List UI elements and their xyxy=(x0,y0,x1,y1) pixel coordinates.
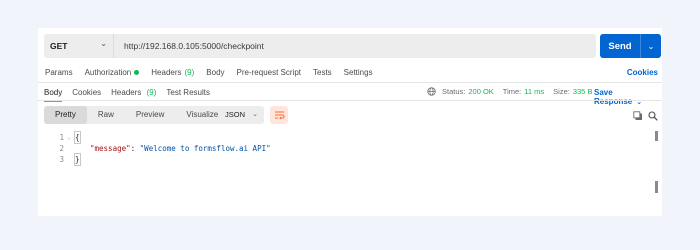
code-content: "message": "Welcome to formsflow.ai API" xyxy=(90,143,271,154)
line-number: 2 xyxy=(59,144,64,153)
chevron-down-icon[interactable]: ⌄ xyxy=(641,42,661,51)
send-label: Send xyxy=(608,40,632,52)
status-dot-icon xyxy=(134,70,140,75)
view-pretty[interactable]: Pretty xyxy=(44,106,87,124)
save-response-button[interactable]: Save Response ⌄ xyxy=(594,88,662,106)
search-icon[interactable] xyxy=(648,111,658,121)
copy-icon[interactable] xyxy=(633,111,643,121)
scrollbar-marker[interactable] xyxy=(655,131,658,141)
response-status: Status: 200 OK Time: 11 ms Size: 335 B xyxy=(427,87,601,96)
method-label: GET xyxy=(50,41,68,51)
line-number: 3 xyxy=(59,155,64,164)
tab-prerequest-script[interactable]: Pre-request Script xyxy=(237,68,301,77)
tab-headers[interactable]: Headers (9) xyxy=(151,68,194,77)
tab-response-headers-label: Headers xyxy=(111,88,142,97)
tab-params[interactable]: Params xyxy=(45,68,73,77)
cookies-link[interactable]: Cookies xyxy=(627,68,658,77)
view-raw[interactable]: Raw xyxy=(87,106,125,124)
tab-response-headers-count: (9) xyxy=(146,88,157,97)
divider xyxy=(38,82,662,83)
tab-tests[interactable]: Tests xyxy=(313,68,332,77)
line-number: 1 xyxy=(59,133,64,142)
wrap-lines-icon xyxy=(274,111,284,120)
fold-chevron-icon[interactable]: ⌄ xyxy=(67,132,71,143)
method-select[interactable]: GET ⌄ xyxy=(44,34,114,58)
scrollbar-marker[interactable] xyxy=(655,181,658,193)
size-value[interactable]: 335 B xyxy=(573,87,593,96)
globe-icon[interactable] xyxy=(427,87,436,96)
time-label: Time: xyxy=(502,87,522,96)
chevron-down-icon: ⌄ xyxy=(100,39,107,48)
status-label: Status: xyxy=(442,87,466,96)
tab-settings[interactable]: Settings xyxy=(344,68,373,77)
format-select[interactable]: JSON ⌄ xyxy=(218,106,264,124)
format-label: JSON xyxy=(225,110,246,119)
close-brace: } xyxy=(74,153,81,166)
request-tabs: Params Authorization Headers (9) Body Pr… xyxy=(45,68,385,77)
size-label: Size: xyxy=(553,87,570,96)
chevron-down-icon: ⌄ xyxy=(252,111,258,118)
status-value[interactable]: 200 OK xyxy=(468,87,493,96)
tab-authorization-label: Authorization xyxy=(84,68,132,77)
tab-authorization[interactable]: Authorization xyxy=(85,68,140,77)
tab-headers-count: (9) xyxy=(184,68,195,77)
json-value: "Welcome to formsflow.ai API" xyxy=(139,144,271,153)
divider xyxy=(38,100,662,101)
tab-body[interactable]: Body xyxy=(206,68,224,77)
request-bar: GET ⌄ http://192.168.0.105:5000/checkpoi… xyxy=(44,34,596,58)
json-key: "message" xyxy=(90,144,131,153)
time-value[interactable]: 11 ms xyxy=(524,87,544,96)
save-response-label: Save Response xyxy=(594,88,633,106)
json-colon: : xyxy=(130,144,140,153)
url-input[interactable]: http://192.168.0.105:5000/checkpoint xyxy=(114,41,264,51)
wrap-lines-button[interactable] xyxy=(270,106,288,124)
view-mode-group: Pretty Raw Preview Visualize xyxy=(44,106,230,124)
send-button[interactable]: Send ⌄ xyxy=(600,34,661,58)
tab-headers-label: Headers xyxy=(151,68,182,77)
view-preview[interactable]: Preview xyxy=(125,106,175,124)
open-brace: { xyxy=(74,131,81,144)
postman-panel: GET ⌄ http://192.168.0.105:5000/checkpoi… xyxy=(38,28,662,216)
